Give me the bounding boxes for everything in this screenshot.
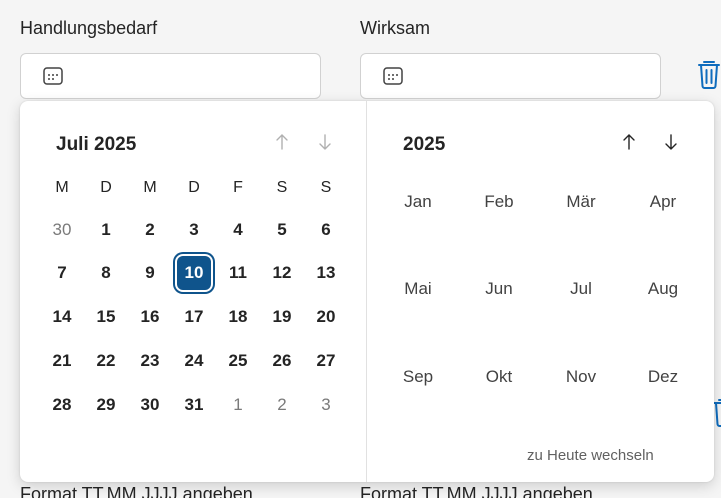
day-cell[interactable]: 19 bbox=[264, 299, 300, 335]
day-cell[interactable]: 28 bbox=[44, 387, 80, 423]
weekday-label: S bbox=[276, 179, 288, 196]
day-cell[interactable]: 21 bbox=[44, 343, 80, 379]
go-to-today-link[interactable]: zu Heute wechseln bbox=[527, 447, 654, 464]
next-year-arrow-down-icon[interactable] bbox=[660, 131, 682, 153]
day-cell[interactable]: 1 bbox=[88, 212, 124, 248]
day-cell[interactable]: 23 bbox=[132, 343, 168, 379]
month-cell[interactable]: Sep bbox=[388, 367, 448, 387]
day-cell[interactable]: 25 bbox=[220, 343, 256, 379]
day-cell[interactable]: 31 bbox=[176, 387, 212, 423]
weekday-label: M bbox=[55, 179, 69, 196]
day-cell[interactable]: 16 bbox=[132, 299, 168, 335]
day-cell[interactable]: 4 bbox=[220, 212, 256, 248]
day-cell[interactable]: 22 bbox=[88, 343, 124, 379]
month-cell[interactable]: Jun bbox=[469, 279, 529, 299]
previous-month-arrow-up-icon[interactable] bbox=[271, 131, 293, 153]
day-cell[interactable]: 15 bbox=[88, 299, 124, 335]
day-cell[interactable]: 30 bbox=[44, 212, 80, 248]
next-month-arrow-down-icon[interactable] bbox=[314, 131, 336, 153]
month-cell[interactable]: Feb bbox=[469, 192, 529, 212]
weekday-label: M bbox=[143, 179, 157, 196]
calendar-icon[interactable] bbox=[43, 67, 63, 85]
day-cell[interactable]: 9 bbox=[132, 255, 168, 291]
day-cell[interactable]: 3 bbox=[308, 387, 344, 423]
day-cell[interactable]: 26 bbox=[264, 343, 300, 379]
month-cell[interactable]: Dez bbox=[633, 367, 693, 387]
day-cell[interactable]: 29 bbox=[88, 387, 124, 423]
weekday-label: D bbox=[100, 179, 112, 196]
day-cell[interactable]: 17 bbox=[176, 299, 212, 335]
weekday-label: F bbox=[233, 179, 243, 196]
day-cell[interactable]: 12 bbox=[264, 255, 300, 291]
day-cell[interactable]: 8 bbox=[88, 255, 124, 291]
day-cell[interactable]: 5 bbox=[264, 212, 300, 248]
popup-divider bbox=[366, 101, 367, 482]
day-cell[interactable]: 7 bbox=[44, 255, 80, 291]
day-cell[interactable]: 11 bbox=[220, 255, 256, 291]
day-cell-selected[interactable]: 10 bbox=[177, 256, 211, 290]
day-cell[interactable]: 2 bbox=[264, 387, 300, 423]
weekday-label: S bbox=[320, 179, 332, 196]
month-cell[interactable]: Aug bbox=[633, 279, 693, 299]
day-cell[interactable]: 2 bbox=[132, 212, 168, 248]
day-cell[interactable]: 24 bbox=[176, 343, 212, 379]
wirksam-date-input[interactable] bbox=[360, 53, 661, 99]
handlungsbedarf-date-input[interactable] bbox=[20, 53, 321, 99]
day-cell[interactable]: 20 bbox=[308, 299, 344, 335]
month-cell[interactable]: Jul bbox=[551, 279, 611, 299]
wirksam-format-hint: Format TT.MM.JJJJ angeben bbox=[360, 484, 593, 498]
calendar-popup: Juli 2025 MDMDFSS 30 1 2 3 4 5 6 7 8 9 10 11 12 13 14 1… bbox=[20, 101, 714, 482]
field-label-wirksam: Wirksam bbox=[360, 18, 430, 38]
day-cell[interactable]: 30 bbox=[132, 387, 168, 423]
month-cell[interactable]: Okt bbox=[469, 367, 529, 387]
month-cell[interactable]: Apr bbox=[633, 192, 693, 212]
month-cell[interactable]: Jan bbox=[388, 192, 448, 212]
day-cell[interactable]: 18 bbox=[220, 299, 256, 335]
handlungsbedarf-format-hint: Format TT.MM.JJJJ angeben bbox=[20, 484, 253, 498]
day-cell[interactable]: 13 bbox=[308, 255, 344, 291]
month-cell[interactable]: Nov bbox=[551, 367, 611, 387]
previous-year-arrow-up-icon[interactable] bbox=[618, 131, 640, 153]
day-picker-title[interactable]: Juli 2025 bbox=[56, 134, 136, 156]
month-cell[interactable]: Mär bbox=[551, 192, 611, 212]
month-cell[interactable]: Mai bbox=[388, 279, 448, 299]
trash-icon[interactable] bbox=[695, 58, 721, 90]
day-cell[interactable]: 6 bbox=[308, 212, 344, 248]
day-cell[interactable]: 27 bbox=[308, 343, 344, 379]
month-picker-year-title[interactable]: 2025 bbox=[403, 134, 445, 156]
day-cell[interactable]: 1 bbox=[220, 387, 256, 423]
calendar-icon[interactable] bbox=[383, 67, 403, 85]
weekday-label: D bbox=[188, 179, 200, 196]
day-cell[interactable]: 14 bbox=[44, 299, 80, 335]
field-label-handlungsbedarf: Handlungsbedarf bbox=[20, 18, 158, 38]
day-cell[interactable]: 3 bbox=[176, 212, 212, 248]
